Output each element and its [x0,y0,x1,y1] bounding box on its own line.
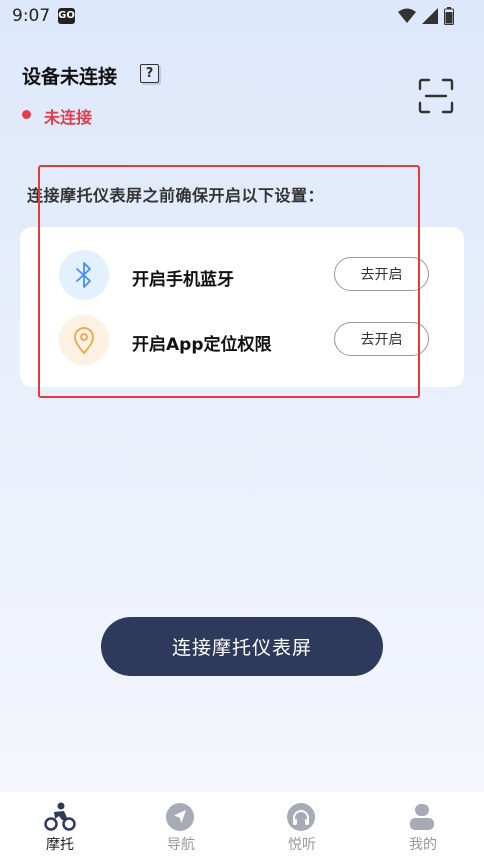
battery-icon [444,7,454,25]
bluetooth-permission-label: 开启手机蓝牙 [132,270,234,290]
bottom-tab-bar: 摩托 导航 悦听 我的 [0,792,484,860]
enable-location-button[interactable]: 去开启 [334,322,429,356]
status-icons [398,7,454,25]
tab-navigation[interactable]: 导航 [121,792,241,860]
motorcycle-rider-icon [44,802,76,831]
scan-qr-button[interactable] [418,78,454,114]
permissions-card: 开启手机蓝牙 去开启 开启App定位权限 去开启 [20,227,464,387]
device-status-title: 设备未连接 [22,66,118,88]
scan-icon [418,78,454,114]
bluetooth-icon [59,250,109,300]
location-permission-row: 开启App定位权限 去开启 [20,310,464,370]
tab-listen[interactable]: 悦听 [242,792,362,860]
tab-label: 摩托 [46,837,74,853]
status-bar: 9:07 GO [0,0,484,34]
help-icon[interactable]: ? [140,64,159,83]
connection-status-text: 未连接 [44,108,93,127]
app-notification-icon: GO [58,8,75,24]
enable-bluetooth-button[interactable]: 去开启 [334,257,429,291]
disconnected-status-dot [22,110,31,119]
tab-profile[interactable]: 我的 [363,792,483,860]
headphones-icon [287,803,315,831]
instruction-text: 连接摩托仪表屏之前确保开启以下设置： [27,186,325,205]
profile-icon [410,804,434,830]
tab-label: 导航 [167,837,195,853]
tab-motorcycle[interactable]: 摩托 [0,792,120,860]
wifi-icon [398,8,416,23]
navigation-arrow-icon [166,803,194,831]
bluetooth-permission-row: 开启手机蓝牙 去开启 [20,245,464,305]
status-time: 9:07 [12,6,51,26]
location-pin-icon [59,315,109,365]
signal-icon [422,8,438,24]
tab-label: 悦听 [288,837,316,853]
location-permission-label: 开启App定位权限 [132,335,272,355]
tab-label: 我的 [409,837,437,853]
connect-dashboard-button[interactable]: 连接摩托仪表屏 [101,617,383,676]
